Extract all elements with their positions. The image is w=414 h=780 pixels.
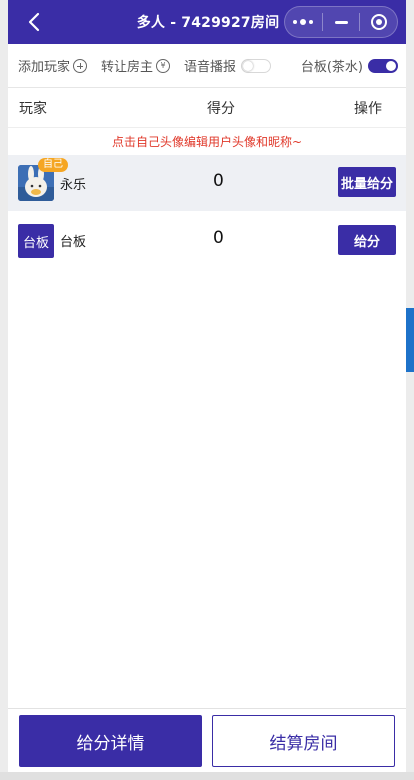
table-fee-toggle[interactable]: 台板(茶水) <box>301 56 398 75</box>
self-avatar-button[interactable]: 自己 <box>18 158 68 201</box>
close-button[interactable] <box>360 7 397 37</box>
voice-broadcast-toggle[interactable]: 语音播报 <box>184 56 272 75</box>
player-row-table: 台板 台板 0 给分 <box>8 212 406 268</box>
self-badge: 自己 <box>38 158 68 172</box>
room-app: 多人 - 7429927房间 添加玩家 转让房主 ¥ 语音播报 台板(茶水) 玩… <box>8 0 406 772</box>
player-name: 台板 <box>60 235 87 250</box>
transfer-owner-label: 转让房主 <box>101 60 154 75</box>
voice-broadcast-switch[interactable] <box>241 58 272 73</box>
player-row-self: 自己 永乐 0 批量给分 <box>8 155 406 211</box>
player-score: 0 <box>213 228 224 248</box>
more-button[interactable] <box>285 7 322 37</box>
add-player-label: 添加玩家 <box>18 60 71 75</box>
page-title: 多人 - 7429927房间 <box>136 15 280 31</box>
plus-circle-icon <box>73 58 88 73</box>
background-page-bottom <box>0 772 414 780</box>
room-toolbar: 添加玩家 转让房主 ¥ 语音播报 台板(茶水) <box>8 44 406 88</box>
player-table-header: 玩家 得分 操作 <box>8 88 406 128</box>
more-dots-icon <box>293 19 314 25</box>
voice-broadcast-label: 语音播报 <box>184 60 237 75</box>
column-action: 操作 <box>354 100 382 117</box>
edit-avatar-hint: 点击自己头像编辑用户头像和昵称~ <box>111 135 303 149</box>
table-fee-label: 台板(茶水) <box>300 60 363 75</box>
nav-header: 多人 - 7429927房间 <box>8 0 406 44</box>
coin-icon: ¥ <box>156 58 171 73</box>
player-score: 0 <box>213 171 224 191</box>
chevron-left-icon <box>28 12 40 32</box>
minimize-icon <box>334 20 348 24</box>
minimize-button[interactable] <box>323 7 360 37</box>
background-page-right <box>406 0 414 780</box>
close-target-icon <box>370 14 387 30</box>
player-name: 永乐 <box>60 178 87 193</box>
back-button[interactable] <box>20 8 48 36</box>
mini-program-capsule <box>284 6 398 38</box>
background-page-accent <box>406 308 414 372</box>
bottom-action-bar: 给分详情 结算房间 <box>8 708 406 772</box>
give-score-button[interactable]: 给分 <box>338 225 396 255</box>
transfer-owner-button[interactable]: 转让房主 ¥ <box>101 56 171 75</box>
table-fee-switch[interactable] <box>368 58 398 73</box>
settle-room-button[interactable]: 结算房间 <box>212 715 395 767</box>
background-page-left <box>0 0 8 780</box>
score-details-button[interactable]: 给分详情 <box>19 715 202 767</box>
column-score: 得分 <box>207 100 235 117</box>
table-avatar[interactable]: 台板 <box>18 224 54 258</box>
column-player: 玩家 <box>19 100 47 117</box>
add-player-button[interactable]: 添加玩家 <box>18 56 88 75</box>
batch-give-score-button[interactable]: 批量给分 <box>338 167 396 197</box>
